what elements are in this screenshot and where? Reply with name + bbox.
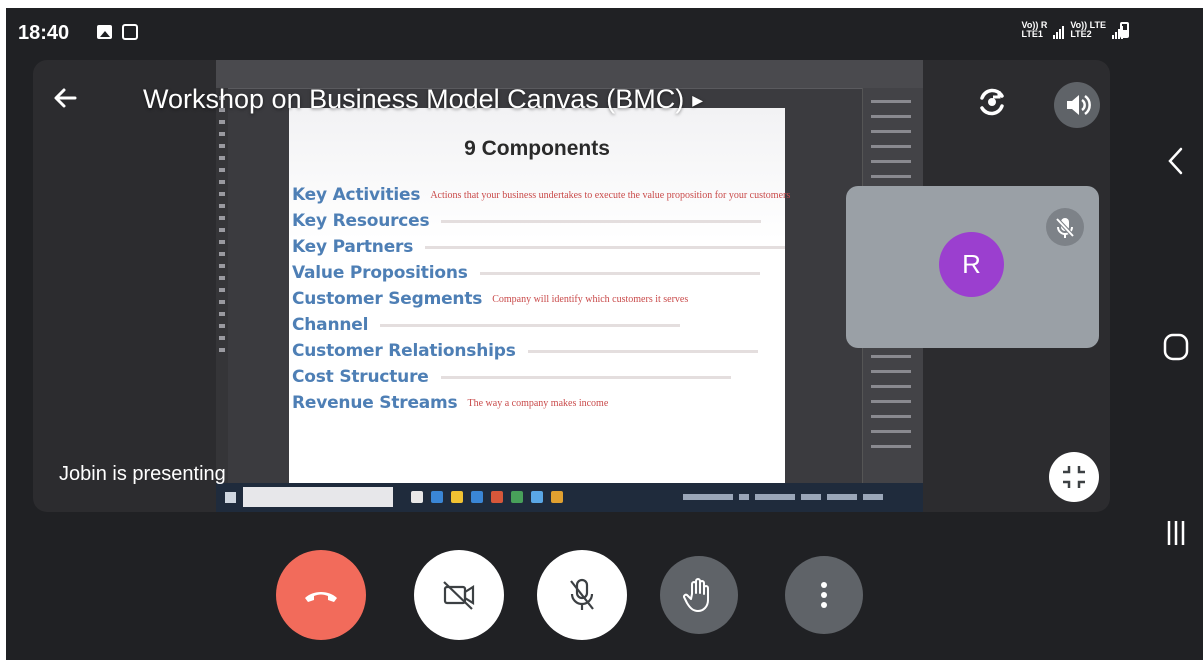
component-row: Channel (292, 312, 681, 338)
component-row: Key Activities Actions that your busines… (292, 182, 790, 208)
signal-indicators: Vo)) R LTE1 Vo)) LTE LTE2 (1022, 21, 1123, 39)
signal-bars-icon (1053, 25, 1065, 39)
taskbar-app-icon (531, 491, 543, 503)
video-notification-icon (122, 24, 138, 40)
component-row: Key Partners (292, 234, 786, 260)
back-arrow-icon[interactable] (49, 82, 81, 114)
taskbar-app-icon (491, 491, 503, 503)
taskbar-app-icon (511, 491, 523, 503)
minimize-button[interactable] (1049, 452, 1099, 502)
windows-taskbar (216, 483, 923, 512)
component-row: Customer Segments Company will identify … (292, 286, 688, 312)
windows-start-icon (225, 492, 236, 503)
speaker-icon (1067, 94, 1091, 116)
component-row: Customer Relationships (292, 338, 758, 364)
nav-recents-icon[interactable] (1161, 515, 1191, 551)
sim1-sub: LTE1 (1021, 29, 1043, 39)
component-name: Key Partners (292, 237, 414, 257)
component-row: Cost Structure (292, 364, 731, 390)
nav-back-icon[interactable] (1161, 141, 1191, 181)
gallery-icon (97, 25, 112, 39)
taskbar-search-box (243, 487, 393, 507)
mic-off-icon (1046, 208, 1084, 246)
status-time: 18:40 (18, 22, 70, 44)
component-row: Revenue Streams The way a company makes … (292, 390, 608, 416)
taskbar-app-icon (471, 491, 483, 503)
component-name: Customer Relationships (292, 341, 516, 361)
component-name: Value Propositions (292, 263, 468, 283)
mic-off-icon (570, 578, 594, 610)
system-tray (683, 491, 913, 503)
app-toolbar (216, 88, 228, 483)
component-row: Key Resources (292, 208, 762, 234)
meeting-title-area[interactable]: Workshop on Business Model Canvas (BMC) ▶ (143, 84, 703, 115)
sim2-sub: LTE2 (1070, 29, 1092, 39)
component-name: Key Resources (292, 211, 430, 231)
taskbar-app-icon (431, 491, 443, 503)
speaker-button[interactable] (1054, 82, 1100, 128)
camera-off-icon (443, 581, 475, 610)
component-name: Channel (292, 315, 369, 335)
component-desc: The way a company makes income (467, 397, 609, 409)
switch-camera-icon[interactable] (975, 85, 1009, 119)
collapse-icon (1063, 466, 1085, 488)
component-name: Customer Segments (292, 289, 483, 309)
nav-home-icon[interactable] (1161, 330, 1191, 364)
camera-toggle-button[interactable] (414, 550, 504, 640)
participant-tile[interactable]: R (846, 186, 1099, 348)
battery-icon (1120, 22, 1129, 38)
chevron-right-icon[interactable]: ▶ (692, 92, 703, 108)
component-desc: Company will identify which customers it… (492, 293, 689, 305)
taskbar-app-icon (451, 491, 463, 503)
avatar: R (939, 232, 1004, 297)
more-options-button[interactable] (785, 556, 863, 634)
mic-toggle-button[interactable] (537, 550, 627, 640)
meeting-title[interactable]: Workshop on Business Model Canvas (BMC) (143, 84, 684, 114)
presenting-label: Jobin is presenting (59, 463, 226, 485)
more-vert-icon (821, 582, 827, 608)
component-name: Cost Structure (292, 367, 429, 387)
sim1-indicator: Vo)) R LTE1 (1022, 21, 1048, 39)
slide-title: 9 Components (464, 137, 610, 160)
shared-screen: 9 Components Key Activities Actions that… (216, 60, 923, 512)
slide: 9 Components Key Activities Actions that… (289, 108, 790, 483)
end-call-button[interactable] (276, 550, 366, 640)
raise-hand-button[interactable] (660, 556, 738, 634)
phone-screen: 18:40 Vo)) R LTE1 Vo)) LTE LTE2 9 Compon… (6, 8, 1203, 660)
sim2-indicator: Vo)) LTE LTE2 (1070, 21, 1106, 39)
raise-hand-icon (683, 578, 709, 612)
taskbar-app-icon (551, 491, 563, 503)
component-row: Value Propositions (292, 260, 760, 286)
component-desc: Actions that your business undertakes to… (430, 189, 791, 201)
taskbar-app-icon (411, 491, 423, 503)
component-name: Revenue Streams (292, 393, 458, 413)
component-name: Key Activities (292, 185, 421, 205)
phone-hangup-icon (305, 592, 337, 602)
